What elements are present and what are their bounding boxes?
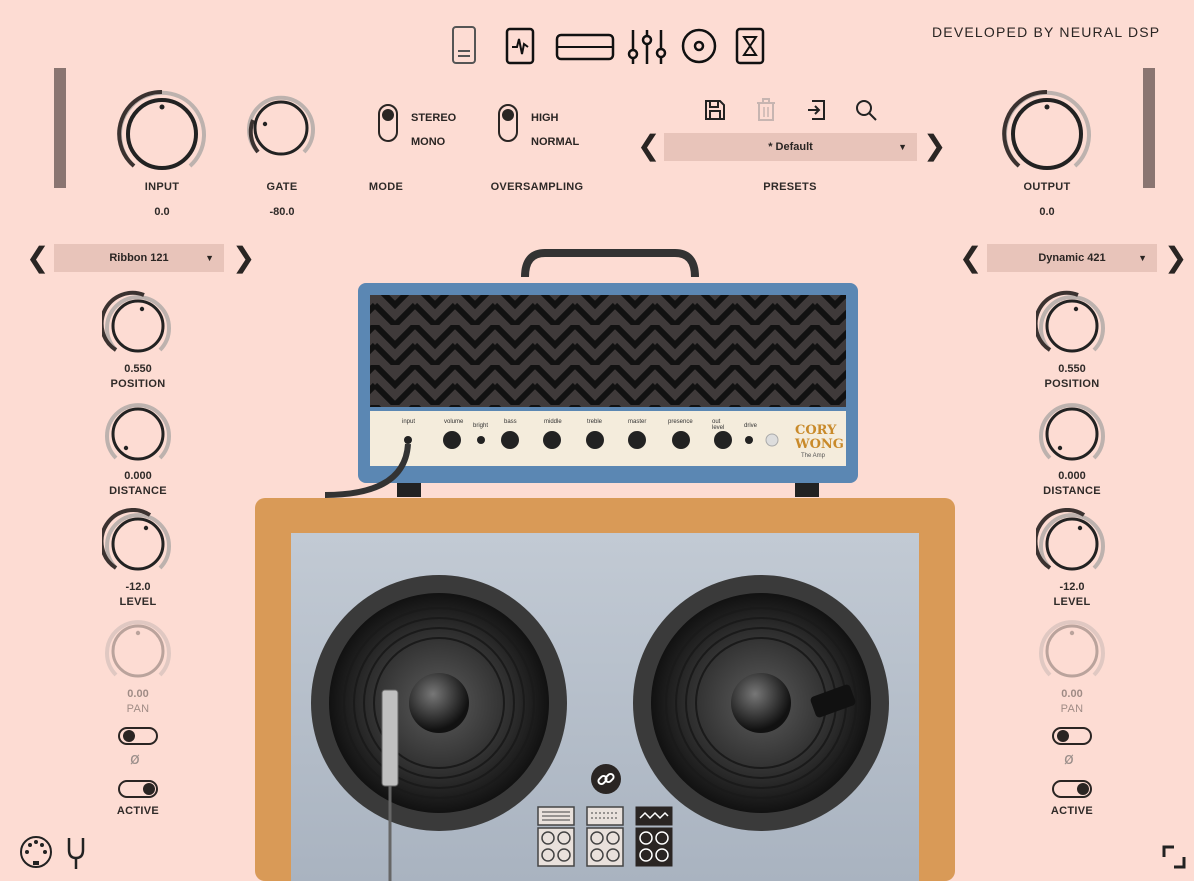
mic-left-level-value: -12.0	[125, 581, 151, 593]
tuner-fork-icon[interactable]	[64, 836, 88, 875]
mic-right-phase-toggle[interactable]	[1052, 727, 1092, 745]
mode-toggle[interactable]	[378, 104, 398, 142]
mic-left-prev-arrow[interactable]: ❮	[26, 244, 49, 272]
mic-right-position-value: 0.550	[1058, 363, 1086, 375]
mic-left-model: Ribbon 121	[109, 252, 169, 264]
input-value: 0.0	[154, 206, 170, 218]
midi-icon[interactable]	[18, 834, 54, 875]
mic-left-level-knob[interactable]	[102, 508, 174, 580]
mic-left-pan-value: 0.00	[127, 688, 149, 700]
amp-brand-sub: The Amp	[801, 453, 826, 459]
mic-right-level-knob[interactable]	[1036, 508, 1108, 580]
mic-left-distance-value: 0.000	[124, 470, 152, 482]
mic-left-distance-label: DISTANCE	[109, 485, 167, 497]
amp-brand-line2: WONG	[795, 437, 844, 452]
preset-prev-arrow[interactable]: ❮	[637, 132, 660, 160]
oversampling-label: OVERSAMPLING	[490, 181, 584, 193]
mic-right-active-label: ACTIVE	[1050, 805, 1094, 817]
oversampling-option-high[interactable]: HIGH	[531, 112, 559, 124]
output-knob[interactable]	[997, 84, 1097, 184]
mic-left-next-arrow[interactable]: ❯	[232, 244, 255, 272]
mic-right-pan-value: 0.00	[1061, 688, 1083, 700]
output-label: OUTPUT	[1023, 181, 1071, 193]
amp-label-bass: bass	[504, 419, 517, 425]
mic-right-pan-knob[interactable]	[1036, 615, 1108, 687]
amp-label-drive: drive	[744, 423, 758, 429]
mode-label: MODE	[368, 181, 404, 193]
save-icon[interactable]	[703, 98, 727, 127]
input-meter	[54, 68, 66, 188]
mic-right-level-label: LEVEL	[1053, 596, 1091, 608]
cab-selector-1[interactable]	[536, 806, 576, 868]
mic-left-position-knob[interactable]	[102, 290, 174, 362]
delete-icon[interactable]	[755, 98, 777, 127]
mic-right-distance-value: 0.000	[1058, 470, 1086, 482]
search-icon[interactable]	[854, 98, 878, 127]
amp-label-treble: treble	[587, 419, 603, 425]
mic-right-next-arrow[interactable]: ❯	[1164, 244, 1187, 272]
mic-left-dropdown[interactable]: Ribbon 121 ▼	[54, 244, 224, 272]
delay-icon[interactable]	[735, 27, 765, 70]
amp-head-icon[interactable]	[555, 33, 615, 66]
oversampling-toggle[interactable]	[498, 104, 518, 142]
mic-right-pan-label: PAN	[1060, 703, 1084, 715]
mic-right-level-value: -12.0	[1059, 581, 1085, 593]
reverb-icon[interactable]	[680, 27, 718, 70]
mic-right-phase-icon: ø	[1064, 749, 1074, 768]
developer-credit: DEVELOPED BY NEURAL DSP	[932, 24, 1161, 40]
cab-selector-3-selected[interactable]	[634, 806, 674, 868]
mic-left-position-value: 0.550	[124, 363, 152, 375]
gate-value: -80.0	[269, 206, 295, 218]
mic-left-phase-icon: ø	[130, 749, 140, 768]
amp-label-master: master	[628, 419, 647, 425]
mic-right-position-knob[interactable]	[1036, 290, 1108, 362]
mic-right-active-toggle[interactable]	[1052, 780, 1092, 798]
resize-icon[interactable]	[1162, 845, 1186, 874]
preset-next-arrow[interactable]: ❯	[923, 132, 946, 160]
input-label: INPUT	[144, 181, 180, 193]
pedal-icon[interactable]	[450, 25, 478, 70]
mic-right-distance-knob[interactable]	[1036, 398, 1108, 470]
amp-label-input: input	[402, 419, 416, 425]
mic-left-pan-knob[interactable]	[102, 615, 174, 687]
amp-brand-line1: CORY	[795, 423, 837, 438]
waveform-icon[interactable]	[505, 27, 535, 70]
caret-down-icon: ▼	[1138, 253, 1147, 263]
mic-left-pan-label: PAN	[126, 703, 150, 715]
amp-label-outlevel: out level	[712, 419, 725, 431]
mic-left-position-label: POSITION	[110, 378, 166, 390]
oversampling-option-normal[interactable]: NORMAL	[531, 136, 579, 148]
mic-right-prev-arrow[interactable]: ❮	[959, 244, 982, 272]
output-meter	[1143, 68, 1155, 188]
amp-label-middle: middle	[544, 419, 562, 425]
gate-knob[interactable]	[243, 90, 319, 166]
gate-label: GATE	[266, 181, 298, 193]
link-mics-button[interactable]	[591, 764, 621, 794]
input-knob[interactable]	[112, 84, 212, 184]
eq-sliders-icon[interactable]	[625, 27, 669, 72]
mic-right-model: Dynamic 421	[1038, 252, 1106, 264]
mic-left-active-toggle[interactable]	[118, 780, 158, 798]
mode-option-stereo[interactable]: STEREO	[411, 112, 456, 124]
mic-right-distance-label: DISTANCE	[1043, 485, 1101, 497]
mic-left-active-label: ACTIVE	[116, 805, 160, 817]
preset-name: * Default	[768, 141, 813, 153]
mode-option-mono[interactable]: MONO	[411, 136, 445, 148]
caret-down-icon: ▼	[898, 142, 907, 152]
mic-left-level-label: LEVEL	[119, 596, 157, 608]
presets-label: PRESETS	[763, 181, 817, 193]
amp-label-volume: volume	[444, 419, 464, 425]
amp-label-bright: bright	[473, 423, 489, 429]
mic-right-dropdown[interactable]: Dynamic 421 ▼	[987, 244, 1157, 272]
mic-right-position-label: POSITION	[1044, 378, 1100, 390]
mic-left-phase-toggle[interactable]	[118, 727, 158, 745]
preset-dropdown[interactable]: * Default ▼	[664, 133, 917, 161]
output-value: 0.0	[1039, 206, 1055, 218]
link-icon	[597, 772, 615, 786]
import-icon[interactable]	[806, 98, 828, 127]
mic-left-distance-knob[interactable]	[102, 398, 174, 470]
amp-label-presence: presence	[668, 419, 693, 425]
cab-selector-2[interactable]	[585, 806, 625, 868]
caret-down-icon: ▼	[205, 253, 214, 263]
